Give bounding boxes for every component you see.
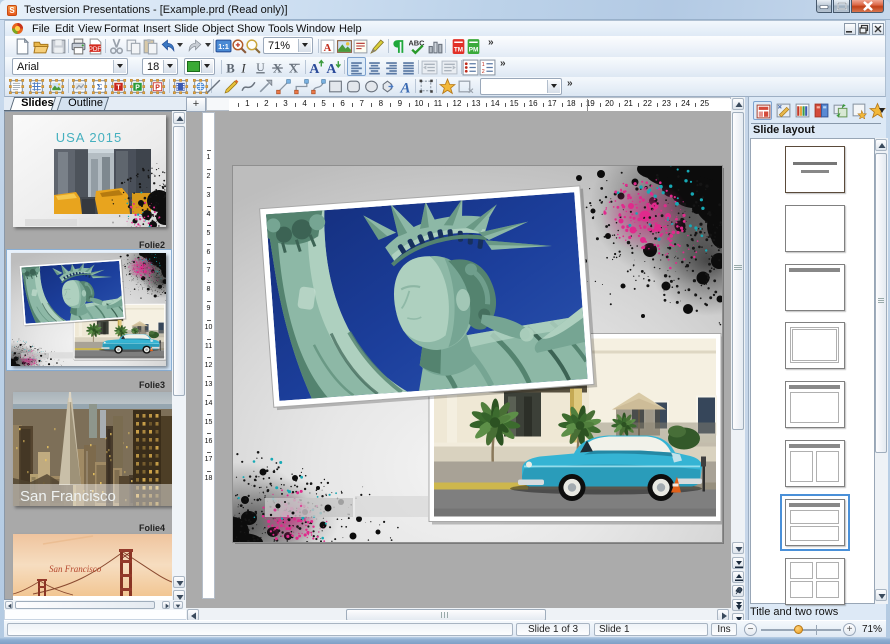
svg-text:I: I <box>240 61 246 75</box>
svg-text:2: 2 <box>482 69 485 75</box>
svg-text:A: A <box>400 80 411 95</box>
svg-text:X: X <box>289 61 299 75</box>
svg-text:A: A <box>324 43 332 54</box>
svg-text:1:1: 1:1 <box>218 42 229 51</box>
svg-text:P: P <box>155 84 160 91</box>
svg-text:U: U <box>256 61 265 74</box>
svg-text:San Francisco: San Francisco <box>49 564 102 574</box>
svg-text:B: B <box>226 61 235 75</box>
svg-text:A: A <box>309 61 319 76</box>
svg-text:P: P <box>135 84 140 91</box>
svg-text:PM: PM <box>469 46 479 53</box>
svg-text:San Francisco: San Francisco <box>20 488 116 505</box>
svg-text:A: A <box>326 61 336 76</box>
svg-text:PDF: PDF <box>89 46 102 53</box>
svg-text:1: 1 <box>482 62 485 68</box>
svg-text:TM: TM <box>454 46 463 53</box>
svg-text:USA 2015: USA 2015 <box>56 130 123 145</box>
svg-text:Σ: Σ <box>97 82 103 92</box>
